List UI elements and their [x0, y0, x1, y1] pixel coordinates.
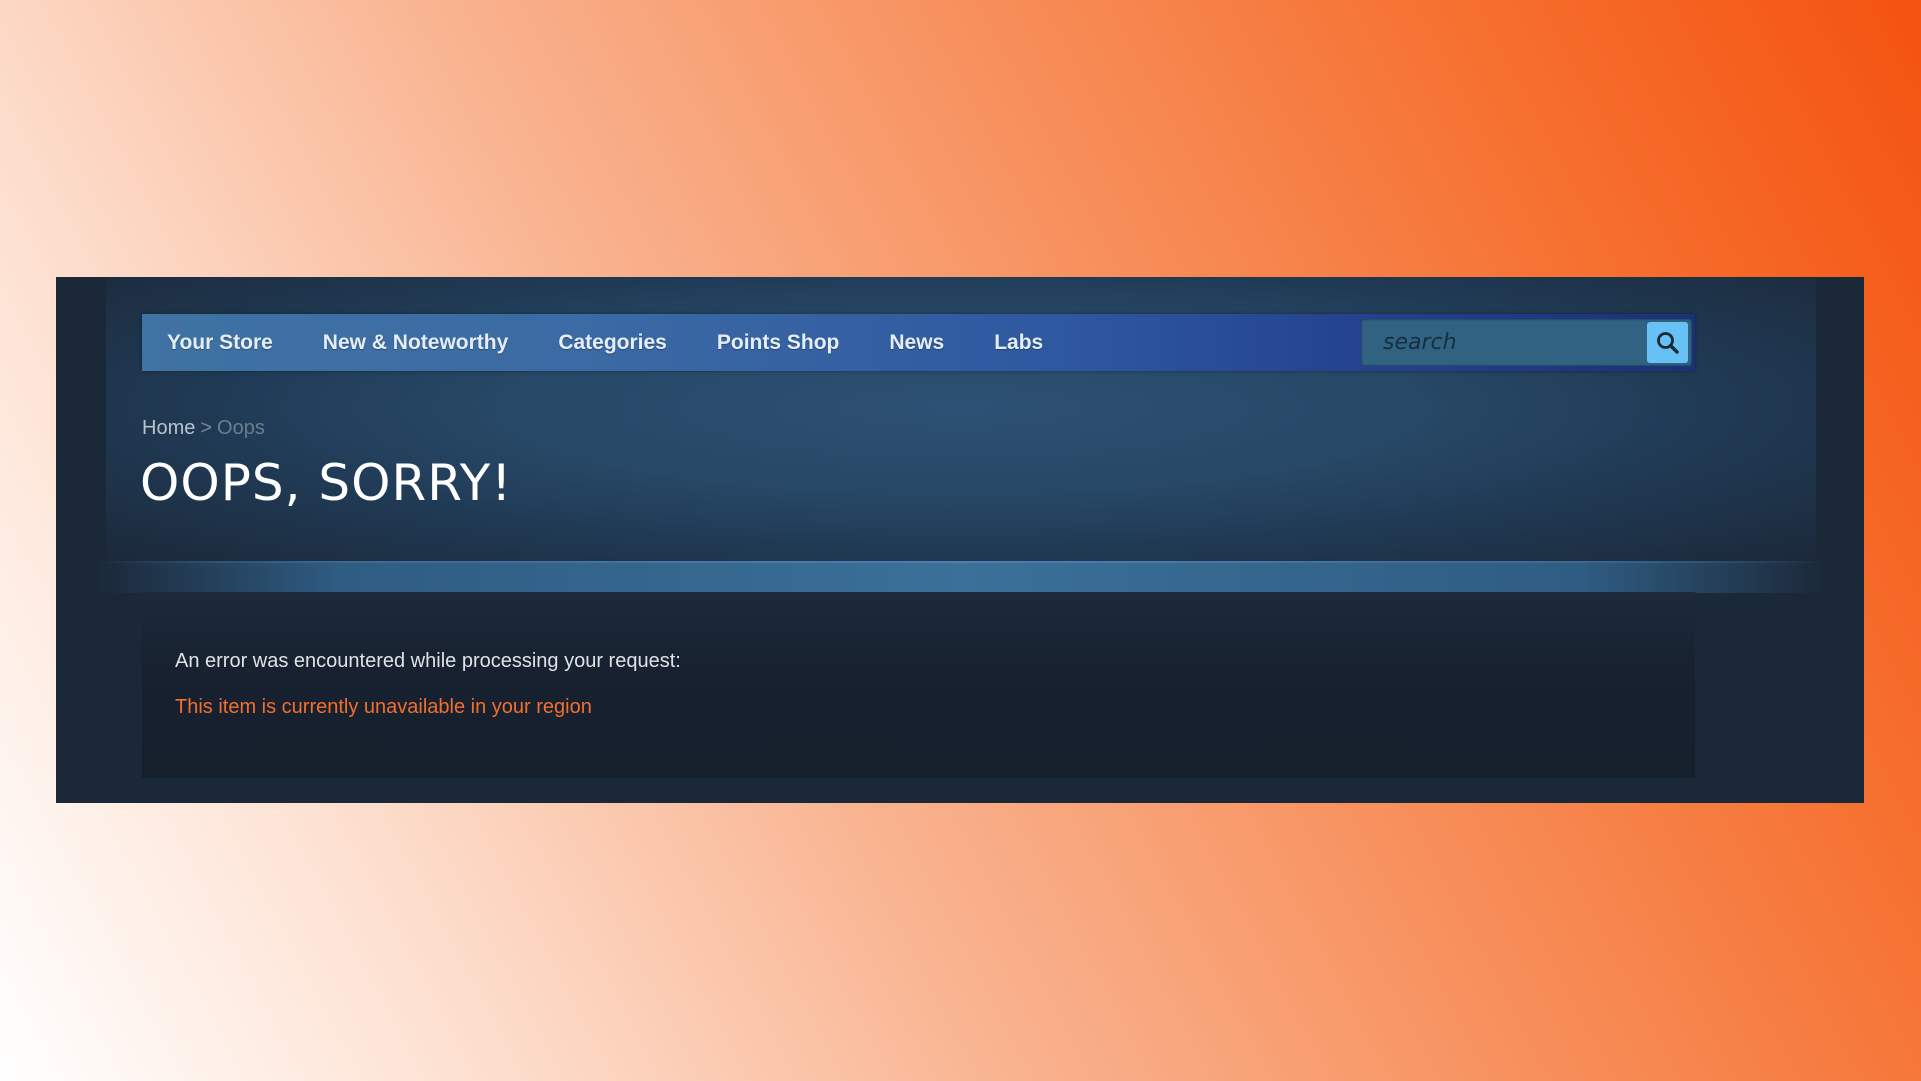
error-intro-text: An error was encountered while processin…	[175, 650, 681, 672]
nav-items: Your Store New & Noteworthy Categories P…	[142, 314, 1068, 371]
nav-item-news[interactable]: News	[864, 314, 969, 371]
nav-item-labs[interactable]: Labs	[969, 314, 1068, 371]
search-input[interactable]	[1361, 319, 1641, 366]
nav-item-new-noteworthy[interactable]: New & Noteworthy	[298, 314, 534, 371]
nav-item-your-store[interactable]: Your Store	[142, 314, 298, 371]
breadcrumb-current: Oops	[217, 417, 265, 439]
error-message: This item is currently unavailable in yo…	[175, 696, 592, 718]
search-box	[1361, 319, 1692, 366]
search-button[interactable]	[1647, 322, 1688, 363]
page-title: OOPS, SORRY!	[140, 454, 513, 512]
store-page: Your Store New & Noteworthy Categories P…	[56, 277, 1864, 803]
header-divider	[96, 561, 1826, 593]
breadcrumb-separator: >	[200, 417, 213, 439]
breadcrumb-home-link[interactable]: Home	[142, 417, 195, 439]
error-panel: An error was encountered while processin…	[142, 592, 1695, 778]
nav-item-categories[interactable]: Categories	[533, 314, 692, 371]
nav-item-points-shop[interactable]: Points Shop	[692, 314, 865, 371]
search-icon	[1656, 331, 1679, 354]
store-nav-bar: Your Store New & Noteworthy Categories P…	[142, 314, 1695, 371]
breadcrumb: Home > Oops	[142, 417, 265, 440]
